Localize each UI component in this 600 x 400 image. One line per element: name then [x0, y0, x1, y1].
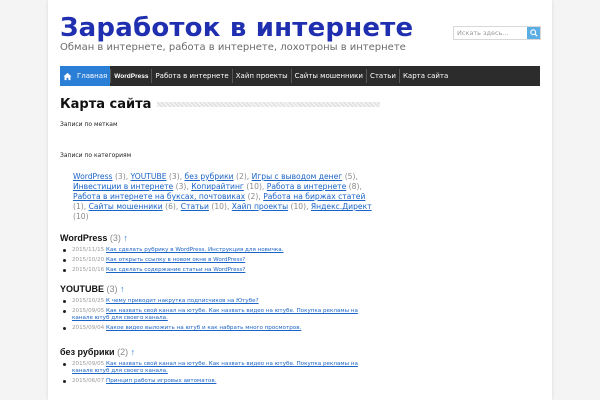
post-list-item: 2015/09/05 Как назвать свой канал на юту… — [60, 361, 370, 375]
page-heading: Карта сайта — [60, 97, 380, 112]
section-count: (3) — [109, 233, 121, 243]
section-title-youtube: YOUTUBE (3) ↑ — [60, 284, 125, 294]
post-list-item: 2015/09/04 Какое видео выложить на ютуб … — [60, 325, 370, 332]
nav-item-hyip-projects[interactable]: Хайп проекты — [233, 66, 291, 86]
category-count: (10) — [211, 202, 227, 211]
post-link[interactable]: К чему приводит накрутка подписчиков на … — [106, 298, 259, 304]
nav-item-scam-sites[interactable]: Сайты мошенники — [292, 66, 366, 86]
section-title-uncategorized: без рубрики (2) ↑ — [60, 347, 135, 357]
back-to-top-icon[interactable]: ↑ — [120, 284, 125, 294]
category-count: (2) — [236, 172, 247, 181]
home-icon — [62, 72, 72, 80]
search-input[interactable]: Искать здесь... — [454, 29, 527, 37]
category-count: (2) — [247, 192, 259, 201]
post-link[interactable]: Как открыть ссылку в новом окне в WordPr… — [106, 257, 245, 263]
post-list-item: 2015/10/20 Как открыть ссылку в новом ок… — [60, 257, 370, 264]
category-count: (6) — [165, 202, 176, 211]
tags-label: Записи по меткам — [60, 121, 118, 128]
main-content: Карта сайта Записи по меткам Записи по к… — [60, 97, 380, 384]
category-link[interactable]: Яндекс.Директ — [311, 202, 372, 211]
post-date: 2015/10/16 — [72, 267, 105, 273]
post-link[interactable]: Какое видео выложить на ютуб и как набра… — [106, 325, 301, 331]
post-list-wordpress: 2015/11/15 Как сделать рубрику в WordPre… — [60, 247, 370, 277]
search-form: Искать здесь... — [453, 26, 541, 40]
post-list-youtube: 2015/10/25 К чему приводит накрутка подп… — [60, 298, 370, 335]
category-count: (3) — [175, 182, 187, 191]
heading-decorative-rule — [157, 102, 380, 107]
category-count: (3) — [114, 172, 126, 181]
post-date: 2015/10/25 — [72, 298, 105, 304]
category-count: (1) — [73, 202, 84, 211]
site-tagline: Обман в интернете, работа в интернете, л… — [60, 42, 406, 53]
post-link[interactable]: Как сделать содержание статьи на WordPre… — [106, 267, 245, 273]
nav-item-home[interactable]: Главная — [74, 66, 111, 86]
home-icon-button[interactable] — [60, 66, 74, 86]
category-count: (10) — [73, 212, 89, 221]
post-list-item: 2015/06/07 Принцип работы игровых автома… — [60, 378, 370, 385]
nav-item-articles[interactable]: Статьи — [367, 66, 399, 86]
category-link[interactable]: Инвестиции в интернете — [73, 182, 173, 191]
section-name[interactable]: YOUTUBE — [60, 284, 104, 294]
post-link[interactable]: Как назвать свой канал на ютубе. Как наз… — [72, 308, 358, 321]
category-link[interactable]: WordPress — [73, 172, 113, 181]
section-name[interactable]: WordPress — [60, 233, 107, 243]
page-container: Заработок в интернете Обман в интернете,… — [48, 0, 552, 400]
post-link[interactable]: Как сделать рубрику в WordPress. Инструк… — [106, 247, 283, 253]
category-count: (10) — [246, 182, 262, 191]
category-link[interactable]: Работа на биржах статей — [263, 192, 365, 201]
post-date: 2015/09/04 — [72, 325, 105, 331]
category-link[interactable]: Работа в интернете — [267, 182, 347, 191]
category-link[interactable]: Копирайтинг — [191, 182, 244, 191]
categories-label: Записи по категориям — [60, 152, 132, 159]
category-link[interactable]: YOUTUBE — [131, 172, 167, 181]
back-to-top-icon[interactable]: ↑ — [131, 347, 136, 357]
back-to-top-icon[interactable]: ↑ — [123, 233, 128, 243]
post-date: 2015/09/05 — [72, 361, 105, 367]
search-icon — [529, 29, 538, 37]
section-name[interactable]: без рубрики — [60, 347, 115, 357]
search-button[interactable] — [527, 27, 540, 39]
main-nav: Главная WordPress Работа в интернете Хай… — [60, 66, 540, 86]
category-link[interactable]: Хайп проекты — [232, 202, 288, 211]
section-count: (3) — [106, 284, 118, 294]
category-count: (10) — [290, 202, 307, 211]
post-date: 2015/09/05 — [72, 308, 105, 314]
category-link[interactable]: без рубрики — [185, 172, 234, 181]
nav-item-sitemap[interactable]: Карта сайта — [400, 66, 451, 86]
category-count: (8) — [348, 182, 360, 191]
post-list-item: 2015/10/16 Как сделать содержание статьи… — [60, 267, 370, 274]
nav-item-wordpress[interactable]: WordPress — [111, 66, 151, 86]
category-link[interactable]: Сайты мошенники — [89, 202, 163, 211]
category-link[interactable]: Работа в интернете на буксах, почтовиках — [73, 192, 245, 201]
category-list: WordPress (3), YOUTUBE (3), без рубрики … — [73, 172, 372, 221]
page-title: Карта сайта — [60, 97, 152, 112]
post-link[interactable]: Как назвать свой канал на ютубе. Как наз… — [72, 361, 358, 374]
nav-item-work-online[interactable]: Работа в интернете — [152, 66, 231, 86]
site-title[interactable]: Заработок в интернете — [60, 13, 413, 43]
post-list-uncategorized: 2015/09/05 Как назвать свой канал на юту… — [60, 361, 370, 388]
post-list-item: 2015/11/15 Как сделать рубрику в WordPre… — [60, 247, 370, 254]
post-date: 2015/11/15 — [72, 247, 105, 253]
section-title-wordpress: WordPress (3) ↑ — [60, 233, 128, 243]
category-link[interactable]: Статьи — [181, 202, 209, 211]
post-date: 2015/10/20 — [72, 257, 105, 263]
post-date: 2015/06/07 — [72, 378, 105, 384]
section-count: (2) — [117, 347, 129, 357]
post-list-item: 2015/09/05 Как назвать свой канал на юту… — [60, 308, 370, 322]
category-count: (3) — [168, 172, 180, 181]
post-list-item: 2015/10/25 К чему приводит накрутка подп… — [60, 298, 370, 305]
category-link[interactable]: Игры с выводом денег — [252, 172, 343, 181]
post-link[interactable]: Принцип работы игровых автоматов. — [106, 378, 216, 384]
category-count: (5) — [344, 172, 356, 181]
